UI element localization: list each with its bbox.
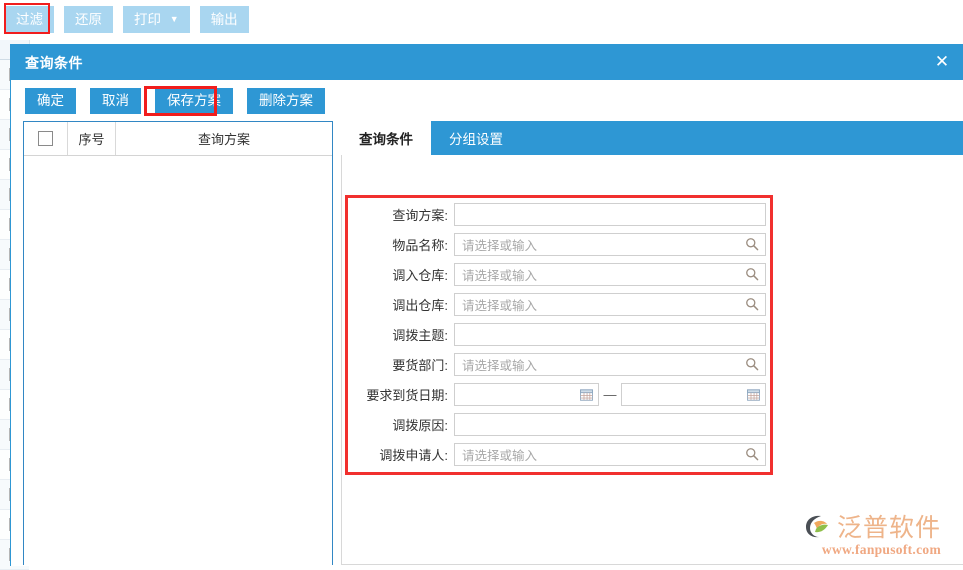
- confirm-button[interactable]: 确定: [25, 88, 76, 114]
- date-range-separator: —: [599, 387, 621, 402]
- column-header-plan-name: 查询方案: [116, 122, 332, 155]
- form-row-plan-name: 查询方案:: [342, 199, 772, 229]
- input-arrival-date-from[interactable]: [454, 383, 599, 406]
- form-row-transfer-subject: 调拨主题:: [342, 319, 772, 349]
- input-arrival-date-to[interactable]: [621, 383, 766, 406]
- dialog-body: 序号 查询方案 查询条件 分组设置 查询方案:: [11, 121, 963, 567]
- label-plan-name: 查询方案:: [342, 205, 454, 224]
- search-icon[interactable]: [745, 447, 759, 461]
- restore-button[interactable]: 还原: [64, 6, 113, 33]
- form-row-in-warehouse: 调入仓库: 请选择或输入: [342, 259, 772, 289]
- input-out-warehouse[interactable]: 请选择或输入: [454, 293, 766, 316]
- calendar-icon[interactable]: [747, 388, 760, 401]
- label-transfer-reason: 调拨原因:: [342, 415, 454, 434]
- chevron-down-icon: ▼: [170, 6, 179, 33]
- select-all-checkbox[interactable]: [38, 131, 53, 146]
- dialog-toolbar: 确定 取消 保存方案 删除方案: [11, 80, 963, 121]
- condition-panel: 查询条件 分组设置 查询方案:: [341, 121, 963, 565]
- input-transfer-applicant[interactable]: 请选择或输入: [454, 443, 766, 466]
- tab-query-condition-label: 查询条件: [359, 128, 413, 148]
- query-condition-form: 查询方案: 物品名称: 请选择或输入: [342, 199, 772, 469]
- cancel-button[interactable]: 取消: [90, 88, 141, 114]
- label-required-arrival-date: 要求到货日期:: [342, 385, 454, 404]
- form-row-item-name: 物品名称: 请选择或输入: [342, 229, 772, 259]
- dialog-header: 查询条件 ✕: [11, 45, 963, 80]
- export-button-label: 输出: [211, 12, 238, 27]
- input-transfer-applicant-placeholder: 请选择或输入: [455, 445, 537, 464]
- date-range-group: —: [454, 383, 766, 406]
- tab-group-settings[interactable]: 分组设置: [431, 121, 521, 155]
- input-out-warehouse-placeholder: 请选择或输入: [455, 295, 537, 314]
- delete-plan-button[interactable]: 删除方案: [247, 88, 325, 114]
- search-icon[interactable]: [745, 267, 759, 281]
- query-plan-panel: 序号 查询方案: [23, 121, 333, 565]
- label-transfer-subject: 调拨主题:: [342, 325, 454, 344]
- input-in-warehouse[interactable]: 请选择或输入: [454, 263, 766, 286]
- input-in-warehouse-placeholder: 请选择或输入: [455, 265, 537, 284]
- label-item-name: 物品名称:: [342, 235, 454, 254]
- tab-group-settings-label: 分组设置: [449, 128, 503, 148]
- main-toolbar: 过滤 还原 打印 ▼ 输出: [0, 0, 963, 38]
- form-row-transfer-reason: 调拨原因:: [342, 409, 772, 439]
- print-button-label: 打印: [134, 12, 161, 27]
- label-out-warehouse: 调出仓库:: [342, 295, 454, 314]
- print-button[interactable]: 打印 ▼: [123, 6, 190, 33]
- search-icon[interactable]: [745, 297, 759, 311]
- search-icon[interactable]: [745, 357, 759, 371]
- column-header-seq: 序号: [68, 122, 116, 155]
- delete-plan-button-label: 删除方案: [259, 93, 313, 108]
- calendar-icon[interactable]: [580, 388, 593, 401]
- tab-query-condition[interactable]: 查询条件: [341, 121, 431, 155]
- filter-button-label: 过滤: [16, 12, 43, 27]
- select-all-cell: [24, 122, 68, 155]
- form-row-transfer-applicant: 调拨申请人: 请选择或输入: [342, 439, 772, 469]
- label-requesting-department: 要货部门:: [342, 355, 454, 374]
- export-button[interactable]: 输出: [200, 6, 249, 33]
- condition-tabs: 查询条件 分组设置: [341, 121, 963, 155]
- input-item-name-placeholder: 请选择或输入: [455, 235, 537, 254]
- save-plan-button[interactable]: 保存方案: [155, 88, 233, 114]
- label-in-warehouse: 调入仓库:: [342, 265, 454, 284]
- search-icon[interactable]: [745, 237, 759, 251]
- query-plan-table-header: 序号 查询方案: [24, 122, 332, 156]
- close-icon[interactable]: ✕: [921, 45, 963, 80]
- cancel-button-label: 取消: [102, 93, 129, 108]
- query-condition-dialog: 查询条件 ✕ 确定 取消 保存方案 删除方案 序号 查询方案: [10, 44, 963, 566]
- form-row-requesting-department: 要货部门: 请选择或输入: [342, 349, 772, 379]
- form-row-required-arrival-date: 要求到货日期:: [342, 379, 772, 409]
- dialog-title: 查询条件: [25, 53, 83, 73]
- input-requesting-department[interactable]: 请选择或输入: [454, 353, 766, 376]
- save-plan-button-label: 保存方案: [167, 93, 221, 108]
- label-transfer-applicant: 调拨申请人:: [342, 445, 454, 464]
- confirm-button-label: 确定: [37, 93, 64, 108]
- input-requesting-department-placeholder: 请选择或输入: [455, 355, 537, 374]
- condition-form-area: 查询方案: 物品名称: 请选择或输入: [341, 155, 963, 565]
- restore-button-label: 还原: [75, 12, 102, 27]
- filter-button[interactable]: 过滤: [5, 6, 54, 33]
- form-row-out-warehouse: 调出仓库: 请选择或输入: [342, 289, 772, 319]
- input-transfer-subject[interactable]: [454, 323, 766, 346]
- query-plan-rows[interactable]: [24, 156, 332, 565]
- input-item-name[interactable]: 请选择或输入: [454, 233, 766, 256]
- input-plan-name[interactable]: [454, 203, 766, 226]
- input-transfer-reason[interactable]: [454, 413, 766, 436]
